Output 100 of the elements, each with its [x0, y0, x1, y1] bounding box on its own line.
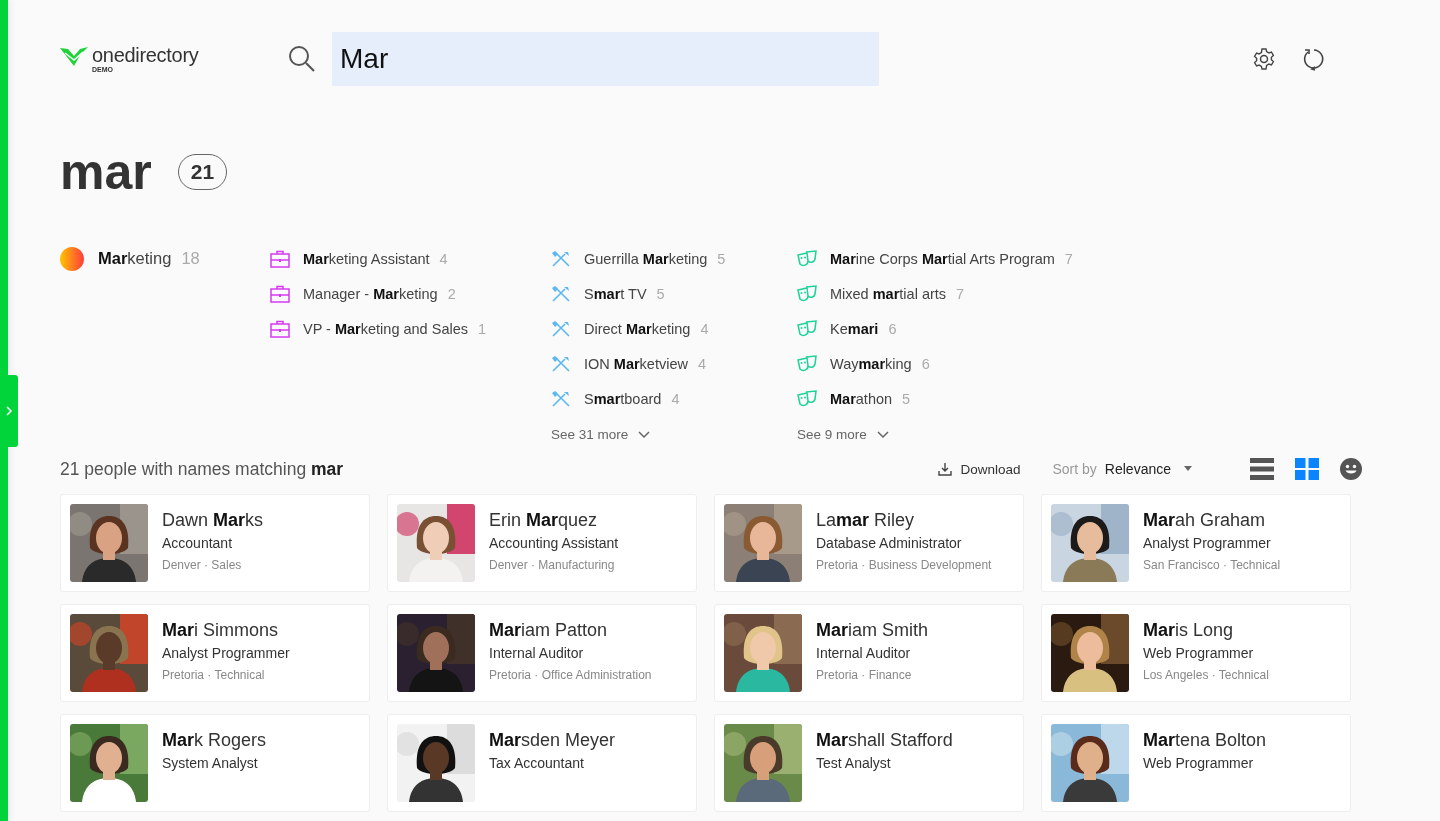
- facet-link[interactable]: Waymarking: [830, 355, 912, 372]
- person-name[interactable]: Maris Long: [1143, 619, 1269, 641]
- person-card[interactable]: Martena Bolton Web Programmer: [1041, 714, 1351, 812]
- briefcase-icon: [270, 284, 290, 303]
- person-title: Internal Auditor: [816, 645, 912, 661]
- theater-masks-icon: [797, 354, 817, 373]
- facet-link[interactable]: Smartboard: [584, 390, 662, 407]
- theater-masks-icon: [797, 284, 817, 303]
- person-name[interactable]: Erin Marquez: [489, 509, 619, 531]
- list-view-icon[interactable]: [1250, 458, 1274, 480]
- facet-count: 1: [478, 320, 487, 337]
- person-card[interactable]: Maris Long Web Programmer Los Angeles · Technical: [1041, 604, 1351, 702]
- chevron-right-icon: [5, 406, 13, 416]
- smiley-icon[interactable]: [1340, 458, 1362, 480]
- facet-count: 5: [717, 250, 726, 267]
- person-card[interactable]: Marshall Stafford Test Analyst: [714, 714, 1024, 812]
- person-name[interactable]: Lamar Riley: [816, 509, 992, 531]
- person-title: Web Programmer: [1143, 755, 1255, 771]
- person-card[interactable]: Erin Marquez Accounting Assistant Denver · Manufacturing: [387, 494, 697, 592]
- search-field[interactable]: Mar: [332, 32, 879, 86]
- facet-link[interactable]: Kemari: [830, 320, 879, 337]
- facet-link[interactable]: Mixed martial arts: [830, 285, 947, 302]
- chevron-down-icon: [638, 430, 651, 439]
- person-name[interactable]: Marah Graham: [1143, 509, 1281, 531]
- briefcase-icon: [270, 319, 290, 338]
- person-card[interactable]: Mari Simmons Analyst Programmer Pretoria · Technical: [60, 604, 370, 702]
- tools-icon: [551, 319, 571, 338]
- facet-count: 18: [181, 249, 200, 268]
- person-card[interactable]: Mariam Smith Internal Auditor Pretoria · Finance: [714, 604, 1024, 702]
- facet-count: 5: [902, 390, 911, 407]
- briefcase-icon: [270, 249, 290, 268]
- see-more-button[interactable]: See 9 more: [797, 427, 1073, 442]
- chevron-down-icon: [876, 430, 889, 439]
- facet-count: 5: [656, 285, 665, 302]
- facet-count: 7: [1064, 250, 1073, 267]
- facet-link[interactable]: ION Marketview: [584, 355, 688, 372]
- person-name[interactable]: Mark Rogers: [162, 729, 267, 751]
- logo-icon: [60, 46, 88, 68]
- tools-icon: [551, 284, 571, 303]
- tools-icon: [551, 354, 571, 373]
- facet-count: 4: [697, 355, 707, 372]
- person-name[interactable]: Marsden Meyer: [489, 729, 616, 751]
- refresh-icon[interactable]: [1302, 47, 1326, 71]
- facet-count: 6: [921, 355, 930, 372]
- person-location: Pretoria · Office Administration: [489, 668, 652, 682]
- theater-masks-icon: [797, 389, 817, 408]
- person-name[interactable]: Dawn Marks: [162, 509, 264, 531]
- dropdown-caret-icon: [1183, 466, 1193, 472]
- grid-view-icon[interactable]: [1295, 458, 1319, 480]
- person-card[interactable]: Marah Graham Analyst Programmer San Francisco · Technical: [1041, 494, 1351, 592]
- person-card[interactable]: Mark Rogers System Analyst: [60, 714, 370, 812]
- person-title: Accounting Assistant: [489, 535, 619, 551]
- settings-icon[interactable]: [1252, 47, 1276, 71]
- department-dot-icon: [60, 246, 84, 271]
- theater-masks-icon: [797, 319, 817, 338]
- facet-count: 2: [447, 285, 456, 302]
- tools-icon: [551, 389, 571, 408]
- sort-label: Sort by: [1052, 461, 1097, 477]
- facet-link[interactable]: Marketing: [98, 249, 172, 268]
- person-card[interactable]: Marsden Meyer Tax Accountant: [387, 714, 697, 812]
- tools-icon: [551, 249, 571, 268]
- facet-count: 4: [700, 320, 709, 337]
- person-card[interactable]: Mariam Patton Internal Auditor Pretoria · Office Administration: [387, 604, 697, 702]
- sort-dropdown[interactable]: Relevance: [1104, 461, 1193, 477]
- person-title: Internal Auditor: [489, 645, 585, 661]
- logo-text: onedirectory: [92, 44, 199, 66]
- person-title: Database Administrator: [816, 535, 963, 551]
- facet-count: 7: [956, 285, 965, 302]
- search-icon[interactable]: [288, 45, 316, 73]
- facet-link[interactable]: Manager - Marketing: [303, 285, 438, 302]
- person-location: Pretoria · Finance: [816, 668, 913, 682]
- person-name[interactable]: Marshall Stafford: [816, 729, 953, 751]
- person-title: Analyst Programmer: [162, 645, 290, 661]
- person-name[interactable]: Mariam Patton: [489, 619, 652, 641]
- results-summary: 21 people with names matching mar: [60, 458, 344, 480]
- person-location: Los Angeles · Technical: [1143, 668, 1269, 682]
- facet-link[interactable]: Marathon: [830, 390, 893, 407]
- download-icon: [938, 462, 953, 476]
- person-name[interactable]: Martena Bolton: [1143, 729, 1267, 751]
- facet-link[interactable]: VP - Marketing and Sales: [303, 320, 468, 337]
- facet-link[interactable]: Direct Marketing: [584, 320, 691, 337]
- person-location: Pretoria · Business Development: [816, 558, 992, 572]
- person-name[interactable]: Mariam Smith: [816, 619, 929, 641]
- facet-link[interactable]: Marketing Assistant: [303, 250, 430, 267]
- person-card[interactable]: Lamar Riley Database Administrator Pretoria · Business Development: [714, 494, 1024, 592]
- facet-link[interactable]: Marine Corps Martial Arts Program: [830, 250, 1055, 267]
- facet-link[interactable]: Smart TV: [584, 285, 647, 302]
- person-title: Web Programmer: [1143, 645, 1255, 661]
- person-name[interactable]: Mari Simmons: [162, 619, 290, 641]
- person-card[interactable]: Dawn Marks Accountant Denver · Sales: [60, 494, 370, 592]
- person-location: Pretoria · Technical: [162, 668, 266, 682]
- see-more-button[interactable]: See 31 more: [551, 427, 797, 442]
- person-location: Denver · Manufacturing: [489, 558, 616, 572]
- sidebar-toggle[interactable]: [0, 375, 18, 447]
- theater-masks-icon: [797, 249, 817, 268]
- facet-link[interactable]: Guerrilla Marketing: [584, 250, 708, 267]
- download-button[interactable]: Download: [938, 461, 1021, 477]
- facet-count: 6: [888, 320, 897, 337]
- person-title: Analyst Programmer: [1143, 535, 1272, 551]
- person-title: Tax Accountant: [489, 755, 585, 771]
